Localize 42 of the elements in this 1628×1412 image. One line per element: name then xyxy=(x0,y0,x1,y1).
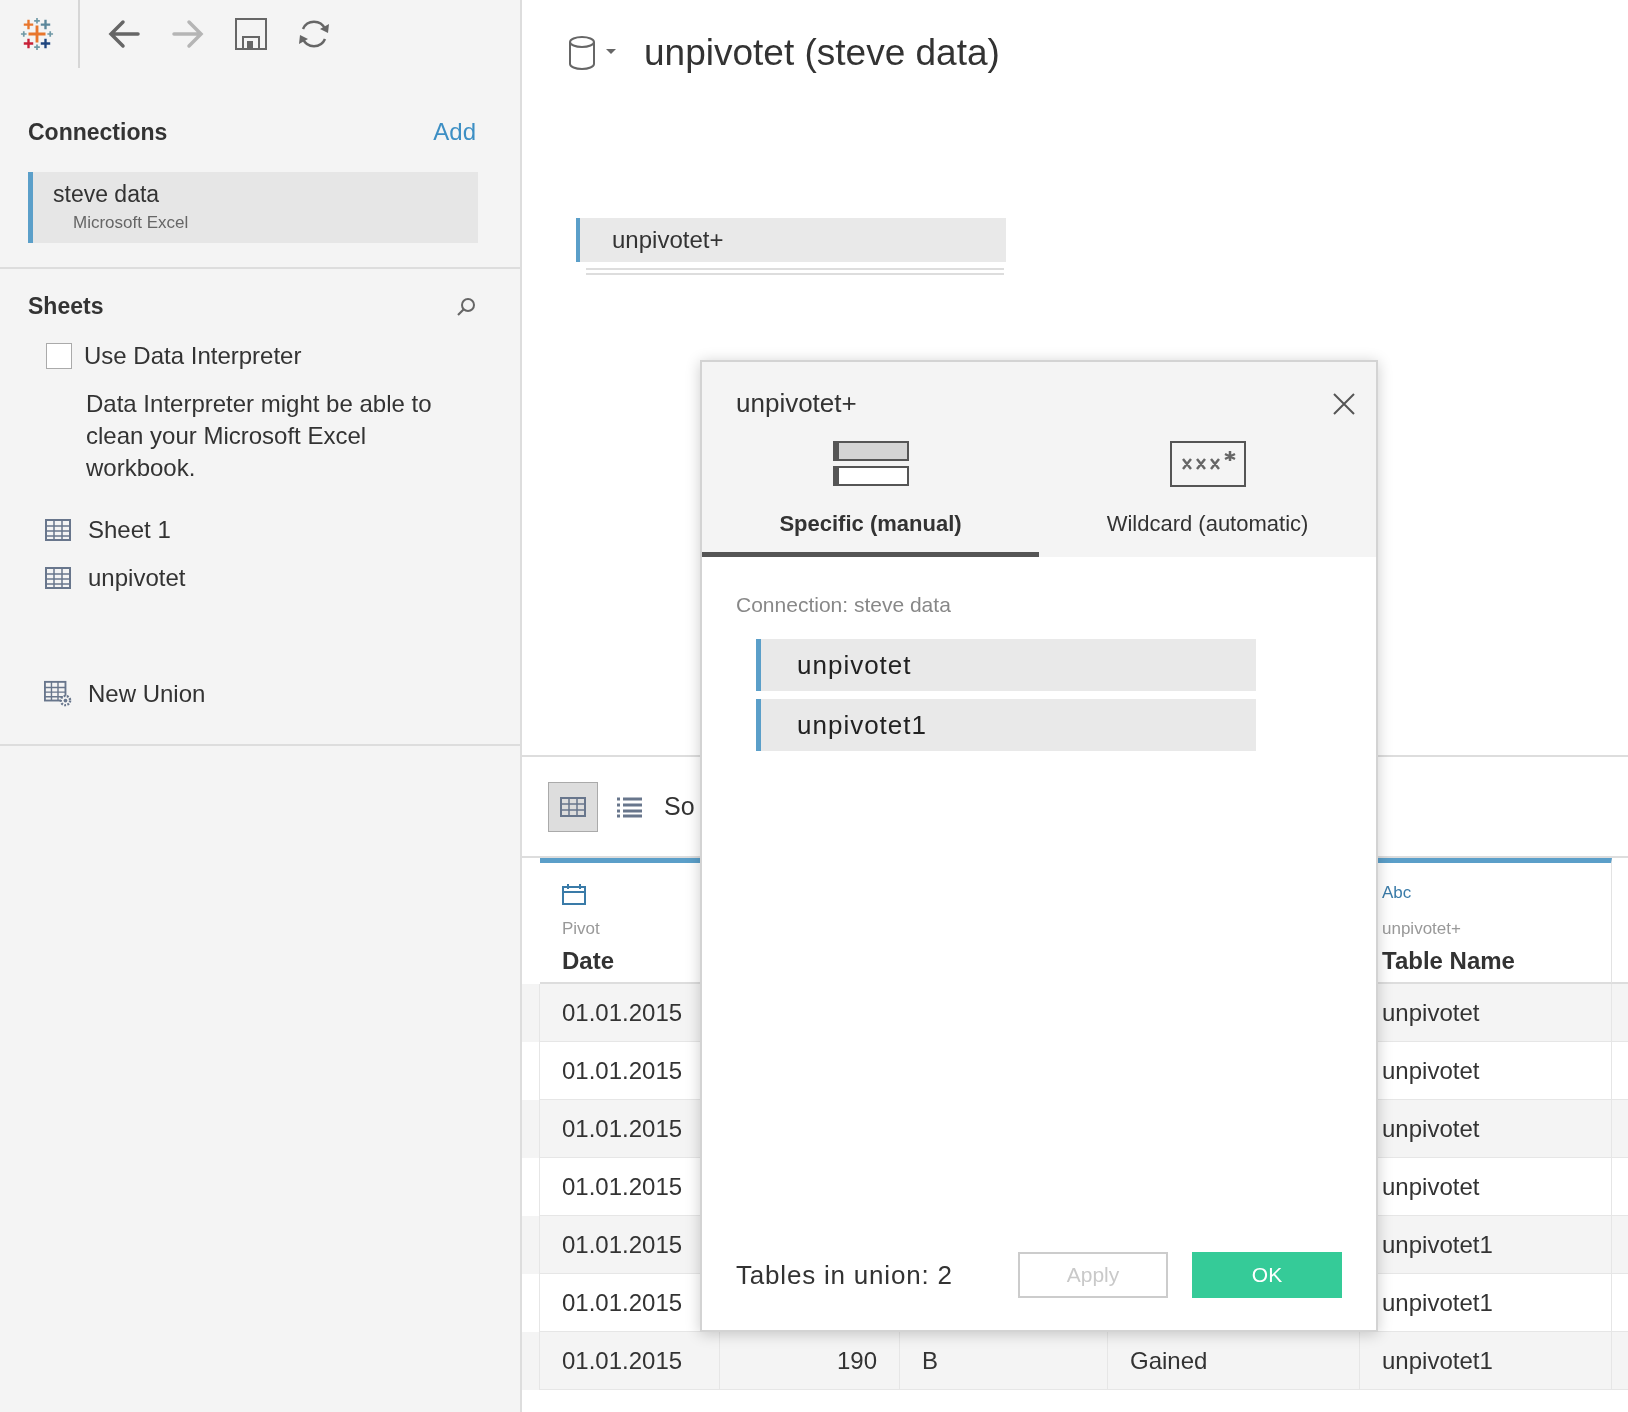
canvas-table[interactable]: unpivotet+ xyxy=(576,218,1006,262)
tables-count: Tables in union: 2 xyxy=(736,1259,954,1291)
wildcard-pattern-icon xyxy=(1169,441,1246,487)
table-cell: 01.01.2015 xyxy=(540,1332,720,1390)
datasource-title: unpivotet (steve data) xyxy=(644,32,1000,74)
sheet-item[interactable]: Sheet 1 xyxy=(88,516,171,544)
grid-view-button[interactable] xyxy=(548,781,598,832)
checkbox-label: Use Data Interpreter xyxy=(84,342,302,370)
type-label[interactable]: Abc xyxy=(1382,883,1412,902)
connection-item[interactable]: steve data Microsoft Excel xyxy=(28,172,478,243)
save-icon[interactable] xyxy=(234,17,268,51)
table-cell: unpivotet1 xyxy=(1360,1332,1612,1390)
search-icon[interactable] xyxy=(456,296,476,317)
dialog-title: unpivotet+ xyxy=(736,388,857,419)
connection-label: Connection: steve data xyxy=(736,593,952,617)
stacked-tables-icon xyxy=(832,441,909,487)
column-source: Pivot xyxy=(562,919,601,939)
grid-icon xyxy=(44,519,72,541)
logo-icon[interactable] xyxy=(20,17,54,51)
section-heading: Connections xyxy=(28,118,168,146)
calendar-icon[interactable] xyxy=(562,883,586,905)
column-source: unpivotet+ xyxy=(1382,919,1462,939)
connection-name: steve data xyxy=(53,181,161,208)
column-name: Table Name xyxy=(1382,947,1516,975)
grid-icon xyxy=(560,796,586,817)
union-table-item[interactable]: unpivotet1 xyxy=(756,699,1256,751)
connection-type: Microsoft Excel xyxy=(73,213,190,233)
section-heading: Sheets xyxy=(28,293,104,320)
close-icon[interactable] xyxy=(1332,391,1356,416)
sheet-item[interactable]: New Union xyxy=(88,680,206,708)
toolbar-label: So xyxy=(664,792,695,821)
union-table-item[interactable]: unpivotet xyxy=(756,639,1256,691)
sheet-item[interactable]: unpivotet xyxy=(88,564,186,592)
union-tab[interactable]: Specific (manual) xyxy=(702,433,1039,557)
grid-icon xyxy=(44,567,72,589)
interpreter-description: Data Interpreter might be able to clean your Microsoft Excel workbook. xyxy=(86,389,433,483)
checkbox[interactable] xyxy=(46,343,72,369)
database-dropdown-icon[interactable] xyxy=(568,35,618,71)
grid-gear-icon xyxy=(44,680,72,708)
column-name: Date xyxy=(562,947,616,975)
union-tab[interactable]: Wildcard (automatic) xyxy=(1039,433,1376,557)
list-icon xyxy=(616,795,642,818)
